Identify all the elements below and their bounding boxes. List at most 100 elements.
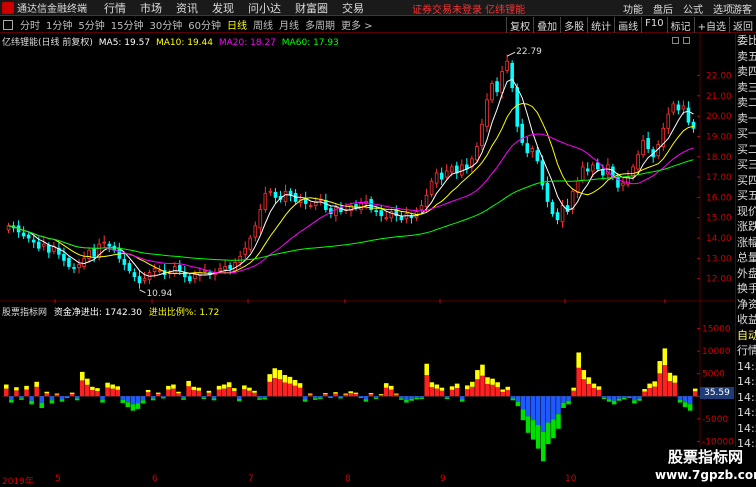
indicator-name[interactable]: 股票指标网: [2, 308, 47, 318]
flow-bar-in-extra: [505, 386, 511, 391]
period-more[interactable]: 更多 >: [338, 17, 376, 32]
side-list-item[interactable]: 外盘: [736, 266, 756, 282]
maximize-icon[interactable]: [683, 37, 690, 44]
panel-toggle-icon[interactable]: [3, 19, 13, 30]
side-list-item[interactable]: 买五: [736, 188, 756, 204]
flow-bar-in: [439, 390, 445, 397]
indicator-header: 股票指标网 资金净进出: 1742.30 进出比例%: 1.72: [2, 305, 219, 318]
menu-trade[interactable]: 交易: [335, 0, 371, 16]
flow-bar-in-extra: [282, 375, 288, 383]
side-list-item[interactable]: 卖四: [736, 64, 756, 80]
flow-bar-in: [667, 380, 673, 397]
period-multi[interactable]: 多周期: [302, 17, 338, 32]
side-list-item[interactable]: 买四: [736, 173, 756, 189]
kline-chart[interactable]: 22.00 21.00 20.00 19.00 18.00 17.00 16.00 15.00…: [0, 33, 735, 473]
tool-mark[interactable]: 标记: [666, 17, 694, 33]
side-list-item[interactable]: 涨幅: [736, 235, 756, 251]
candle-up: [248, 237, 253, 250]
menu-functions[interactable]: 功能: [618, 1, 648, 16]
menu-news[interactable]: 资讯: [169, 0, 205, 16]
flow-bar-out-extra: [59, 399, 65, 402]
menu-ask[interactable]: 问小达: [241, 0, 288, 16]
ma60-label: MA60: 17.93: [281, 38, 339, 48]
flow-bar-out-extra: [515, 401, 521, 407]
side-list-item[interactable]: 14:50: [736, 374, 756, 390]
flow-bar-in-extra: [272, 368, 278, 379]
side-list-item[interactable]: 收益: [736, 312, 756, 328]
stock-header: 亿纬锂能(日线 前复权) MA5: 19.57 MA10: 19.44 MA20…: [2, 35, 342, 48]
period-5min[interactable]: 5分钟: [75, 17, 107, 32]
flow-bar-out-extra: [414, 397, 419, 400]
flow-bar-out-extra: [622, 397, 627, 400]
ma5-label: MA5: 19.57: [98, 38, 151, 48]
period-60min[interactable]: 60分钟: [185, 17, 224, 32]
tool-draw[interactable]: 画线: [614, 17, 641, 33]
flow-bar-out: [566, 396, 571, 401]
flow-bar-out-extra: [530, 420, 536, 440]
tool-back[interactable]: 返回: [729, 17, 756, 33]
side-list-item[interactable]: 换手: [736, 281, 756, 297]
side-list-item[interactable]: 现价: [736, 204, 756, 220]
side-list-item[interactable]: 委比: [736, 33, 756, 49]
login-notice[interactable]: 证券交易未登录 亿纬锂能: [412, 1, 525, 16]
side-list-item[interactable]: 自动: [736, 328, 756, 344]
candle-up: [283, 190, 288, 202]
period-15min[interactable]: 15分钟: [108, 17, 147, 32]
flow-bar-in-extra: [571, 387, 576, 391]
date-tick: 9: [440, 474, 446, 484]
menu-wealth[interactable]: 财富圈: [288, 0, 335, 16]
minimize-icon[interactable]: [672, 37, 679, 44]
tool-stats[interactable]: 统计: [587, 17, 614, 33]
period-1min[interactable]: 1分钟: [43, 17, 75, 32]
flow-bar-out-extra: [363, 399, 369, 402]
flow-bar-in: [221, 388, 227, 397]
period-daily[interactable]: 日线: [224, 17, 250, 32]
menu-quotes[interactable]: 行情: [97, 0, 133, 16]
menu-market[interactable]: 市场: [133, 0, 169, 16]
flow-bar-in-extra: [449, 386, 455, 390]
flow-bar-out: [100, 396, 105, 400]
side-list-item[interactable]: 卖二: [736, 95, 756, 111]
flow-bar-out-extra: [525, 416, 531, 433]
flow-bar-in-extra: [226, 382, 232, 388]
menu-formula[interactable]: 公式: [678, 1, 708, 16]
guest-user[interactable]: 游客: [726, 1, 756, 16]
side-list-item[interactable]: 净资: [736, 297, 756, 313]
side-list-item[interactable]: 买一: [736, 126, 756, 142]
side-list-item[interactable]: 14:50: [736, 390, 756, 406]
candle-down: [520, 123, 525, 143]
tool-overlay[interactable]: 叠加: [533, 17, 560, 33]
flow-bar-out: [419, 396, 424, 398]
side-list-item[interactable]: 卖三: [736, 80, 756, 96]
tool-add-favorite[interactable]: +自选: [693, 17, 729, 33]
period-30min[interactable]: 30分钟: [146, 17, 185, 32]
tool-f10[interactable]: F10: [641, 17, 666, 33]
side-list-item[interactable]: 14:50: [736, 421, 756, 437]
date-tick: 10: [565, 474, 577, 484]
period-monthly[interactable]: 月线: [276, 17, 302, 32]
flow-bar-out: [120, 396, 126, 400]
side-list-item[interactable]: 涨跌: [736, 219, 756, 235]
flow-bar-in: [576, 367, 581, 397]
menu-after-hours[interactable]: 盘后: [648, 1, 678, 16]
price-axis-label: 20.00: [706, 112, 732, 122]
tool-adjust[interactable]: 复权: [506, 17, 533, 33]
side-list-item[interactable]: 卖一: [736, 111, 756, 127]
period-intraday[interactable]: 分时: [17, 17, 43, 32]
flow-bar-in-extra: [388, 385, 394, 390]
app-title: 通达信金融终端: [17, 4, 87, 15]
side-list-item[interactable]: 买三: [736, 157, 756, 173]
tool-multi-stock[interactable]: 多股: [560, 17, 587, 33]
flow-bar-in: [378, 394, 384, 397]
flow-bar-out-extra: [682, 402, 688, 408]
side-list-item[interactable]: 行情: [736, 343, 756, 359]
flow-bar-in-extra: [485, 377, 490, 384]
side-list-item[interactable]: 14:50: [736, 405, 756, 421]
side-list-item[interactable]: 14:50: [736, 359, 756, 375]
side-list-item[interactable]: 买二: [736, 142, 756, 158]
period-weekly[interactable]: 周线: [250, 17, 276, 32]
side-list-item[interactable]: 卖五: [736, 49, 756, 65]
side-list-item[interactable]: 总量: [736, 250, 756, 266]
menu-discover[interactable]: 发现: [205, 0, 241, 16]
candle-down: [515, 87, 519, 127]
